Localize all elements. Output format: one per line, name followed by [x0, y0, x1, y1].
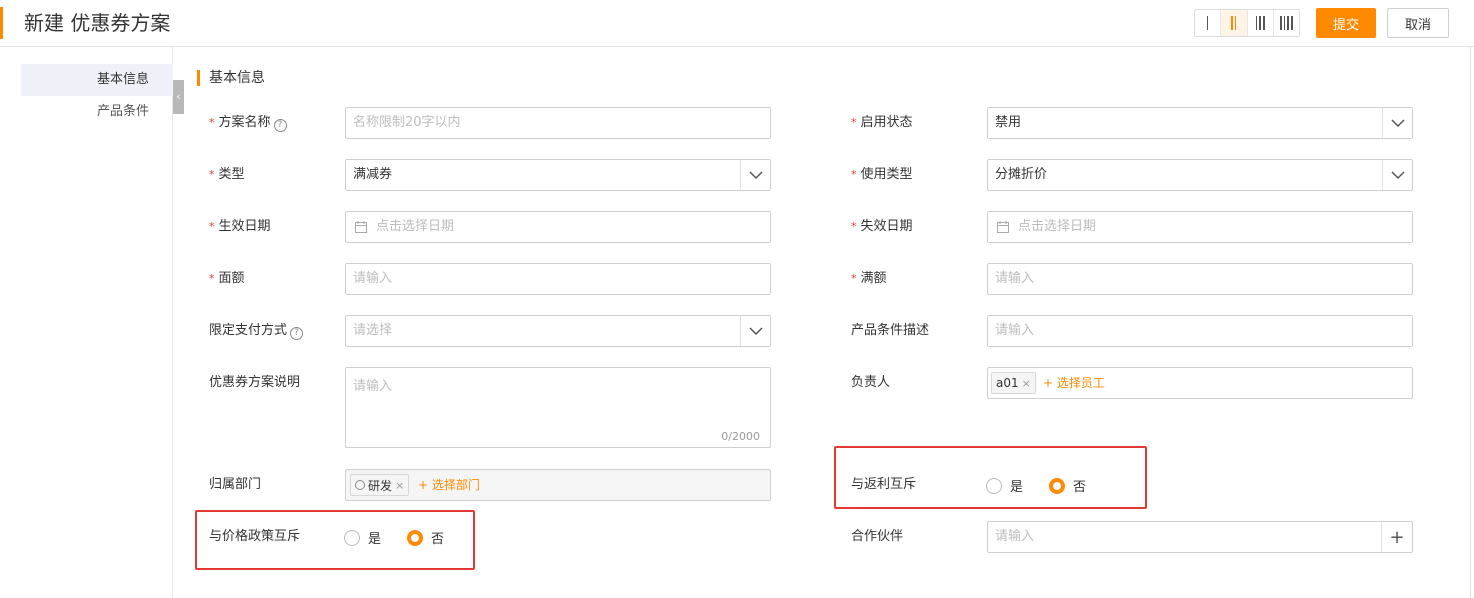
- description-label: 优惠券方案说明: [209, 375, 301, 390]
- calendar-icon: [997, 221, 1009, 233]
- usage-type-value: 分摊折价: [995, 167, 1048, 182]
- required-mark: *: [851, 168, 857, 181]
- status-label-text: 启用状态: [860, 115, 913, 130]
- required-mark: *: [851, 220, 857, 233]
- department-tag-text: 研发: [368, 478, 393, 493]
- department-tag: 研发 ×: [350, 474, 410, 496]
- face-value-label: * 面额: [209, 270, 245, 288]
- remove-tag-icon[interactable]: ×: [1022, 377, 1031, 390]
- partner-input[interactable]: 请输入 +: [987, 521, 1413, 553]
- two-column-icon: [1231, 16, 1237, 30]
- add-partner-icon[interactable]: +: [1381, 522, 1412, 552]
- page-title: 新建 优惠券方案: [24, 11, 171, 35]
- required-mark: *: [209, 272, 215, 285]
- start-date-label: * 生效日期: [209, 218, 271, 236]
- start-date-label-text: 生效日期: [218, 219, 271, 234]
- section-accent-bar: [197, 70, 200, 86]
- threshold-placeholder: 请输入: [995, 271, 1035, 286]
- select-department-link[interactable]: + 选择部门: [418, 470, 480, 500]
- three-column-icon: [1255, 16, 1265, 30]
- start-date-picker[interactable]: 点击选择日期: [345, 211, 771, 243]
- owner-selector[interactable]: a01 × + 选择员工: [987, 367, 1413, 399]
- type-select[interactable]: 满减券: [345, 159, 771, 191]
- section-title: 基本信息: [209, 70, 265, 86]
- face-value-label-text: 面额: [218, 271, 245, 286]
- sidebar-item-basic-info[interactable]: 基本信息: [21, 64, 173, 96]
- owner-label: 负责人: [851, 375, 891, 390]
- four-column-icon: [1280, 16, 1293, 30]
- required-mark: *: [851, 116, 857, 129]
- plan-name-label: * 方案名称?: [209, 114, 287, 132]
- plan-name-label-text: 方案名称: [218, 115, 271, 130]
- plan-name-placeholder: 名称限制20字以内: [353, 115, 461, 130]
- payment-method-label-text: 限定支付方式: [209, 323, 288, 338]
- help-icon[interactable]: ?: [273, 119, 287, 132]
- end-date-label: * 失效日期: [851, 218, 913, 236]
- description-textarea[interactable]: 请输入 0/2000: [345, 367, 771, 448]
- required-mark: *: [209, 116, 215, 129]
- layout-4-column-button[interactable]: [1274, 10, 1299, 36]
- calendar-icon: [355, 221, 367, 233]
- description-char-count: 0/2000: [721, 430, 760, 443]
- threshold-label-text: 满额: [860, 271, 887, 286]
- required-mark: *: [851, 272, 857, 285]
- required-mark: *: [209, 168, 215, 181]
- anchor-sidebar: [0, 47, 173, 598]
- cancel-button[interactable]: 取消: [1387, 8, 1449, 38]
- usage-type-label: * 使用类型: [851, 166, 913, 184]
- end-date-picker[interactable]: 点击选择日期: [987, 211, 1413, 243]
- threshold-label: * 满额: [851, 270, 887, 288]
- partner-placeholder: 请输入: [995, 529, 1035, 544]
- partner-label: 合作伙伴: [851, 529, 904, 544]
- type-label: * 类型: [209, 166, 245, 184]
- remove-tag-icon[interactable]: ×: [395, 479, 404, 492]
- payment-method-label: 限定支付方式?: [209, 322, 304, 340]
- type-label-text: 类型: [218, 167, 245, 182]
- page-header: 新建 优惠券方案 提交 取消: [0, 0, 1474, 47]
- submit-button[interactable]: 提交: [1316, 8, 1376, 38]
- department-label: 归属部门: [209, 477, 262, 492]
- face-value-placeholder: 请输入: [353, 271, 393, 286]
- description-placeholder: 请输入: [353, 379, 393, 394]
- product-desc-input[interactable]: 请输入: [987, 315, 1413, 347]
- column-layout-switch: [1194, 9, 1300, 37]
- chevron-down-icon[interactable]: [740, 160, 770, 190]
- layout-1-column-button[interactable]: [1195, 10, 1222, 36]
- end-date-placeholder: 点击选择日期: [1018, 219, 1097, 234]
- sidebar-item-product-conditions[interactable]: 产品条件: [21, 96, 173, 128]
- one-column-icon: [1206, 16, 1209, 30]
- usage-type-label-text: 使用类型: [860, 167, 913, 182]
- layout-2-column-button[interactable]: [1221, 10, 1248, 36]
- page-right-border: [1470, 47, 1471, 598]
- sidebar-collapse-icon[interactable]: ‹: [173, 80, 184, 114]
- rebate-highlight-box: [834, 446, 1147, 509]
- status-value: 禁用: [995, 115, 1022, 130]
- chevron-down-icon[interactable]: [1382, 108, 1412, 138]
- required-mark: *: [209, 220, 215, 233]
- owner-tag: a01 ×: [991, 372, 1036, 394]
- select-employee-link[interactable]: + 选择员工: [1043, 368, 1105, 398]
- status-label: * 启用状态: [851, 114, 913, 132]
- payment-method-select[interactable]: 请选择: [345, 315, 771, 347]
- end-date-label-text: 失效日期: [860, 219, 913, 234]
- start-date-placeholder: 点击选择日期: [376, 219, 455, 234]
- product-desc-label: 产品条件描述: [851, 323, 930, 338]
- department-icon: [355, 480, 365, 490]
- department-selector[interactable]: 研发 × + 选择部门: [345, 469, 771, 501]
- product-desc-placeholder: 请输入: [995, 323, 1035, 338]
- type-value: 满减券: [353, 167, 393, 182]
- payment-method-placeholder: 请选择: [353, 323, 393, 338]
- chevron-down-icon[interactable]: [740, 316, 770, 346]
- usage-type-select[interactable]: 分摊折价: [987, 159, 1413, 191]
- status-select[interactable]: 禁用: [987, 107, 1413, 139]
- face-value-input[interactable]: 请输入: [345, 263, 771, 295]
- chevron-down-icon[interactable]: [1382, 160, 1412, 190]
- plan-name-input[interactable]: 名称限制20字以内: [345, 107, 771, 139]
- help-icon[interactable]: ?: [290, 327, 304, 340]
- owner-tag-text: a01: [996, 376, 1019, 390]
- price-policy-highlight-box: [195, 510, 475, 570]
- threshold-input[interactable]: 请输入: [987, 263, 1413, 295]
- title-accent-bar: [0, 7, 3, 39]
- layout-3-column-button[interactable]: [1248, 10, 1274, 36]
